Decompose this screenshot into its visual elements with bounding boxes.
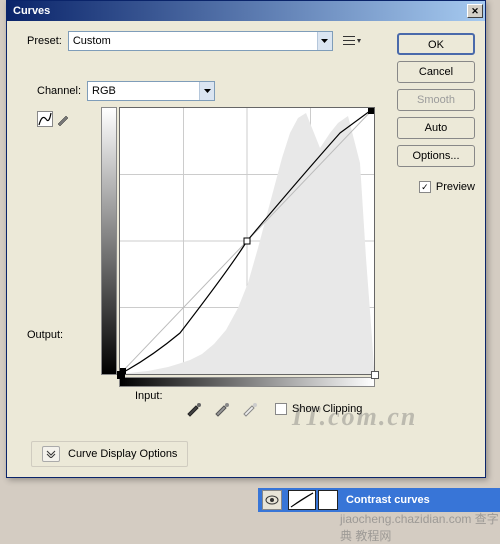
- channel-label: Channel:: [37, 85, 81, 97]
- curves-dialog: Curves ✕ Preset: Custom Channel: RGB: [6, 0, 486, 478]
- input-label: Input:: [135, 390, 163, 402]
- cancel-button[interactable]: Cancel: [397, 61, 475, 83]
- preview-checkbox[interactable]: ✓: [419, 181, 431, 193]
- channel-value: RGB: [92, 85, 199, 97]
- layer-visibility-icon[interactable]: [262, 490, 282, 510]
- smooth-button[interactable]: Smooth: [397, 89, 475, 111]
- curve-display-options-toggle[interactable]: Curve Display Options: [31, 441, 188, 467]
- output-label: Output:: [27, 329, 63, 341]
- auto-button[interactable]: Auto: [397, 117, 475, 139]
- titlebar[interactable]: Curves ✕: [7, 1, 485, 21]
- layer-mask-thumbnail[interactable]: [318, 490, 338, 510]
- show-clipping-checkbox[interactable]: [275, 403, 287, 415]
- ok-button[interactable]: OK: [397, 33, 475, 55]
- gray-eyedropper-icon[interactable]: [213, 399, 231, 417]
- preset-select[interactable]: Custom: [68, 31, 333, 51]
- layer-name[interactable]: Contrast curves: [346, 494, 430, 506]
- curve-tool-icon[interactable]: [37, 111, 53, 127]
- white-point-slider[interactable]: [371, 371, 379, 379]
- chevron-down-icon: [42, 446, 60, 462]
- layer-thumbnail[interactable]: [288, 490, 316, 510]
- input-gradient: [119, 377, 375, 387]
- preset-menu-icon[interactable]: [343, 34, 361, 48]
- output-gradient: [101, 107, 117, 375]
- black-eyedropper-icon[interactable]: [185, 399, 203, 417]
- chevron-down-icon: [317, 32, 332, 50]
- black-point-slider[interactable]: [117, 371, 125, 379]
- close-button[interactable]: ✕: [467, 4, 483, 18]
- curve-graph[interactable]: [119, 107, 375, 375]
- watermark-subtext: jiaocheng.chazidian.com 查字典 教程网: [340, 510, 500, 544]
- layers-panel-row: Contrast curves: [258, 488, 500, 512]
- pencil-tool-icon[interactable]: [55, 111, 71, 127]
- dialog-title: Curves: [13, 5, 467, 17]
- curve-display-options-label: Curve Display Options: [68, 448, 177, 460]
- channel-select[interactable]: RGB: [87, 81, 215, 101]
- preset-label: Preset:: [27, 35, 62, 47]
- show-clipping-label: Show Clipping: [292, 403, 362, 415]
- options-button[interactable]: Options...: [397, 145, 475, 167]
- chevron-down-icon: [199, 82, 214, 100]
- white-eyedropper-icon[interactable]: [241, 399, 259, 417]
- preset-value: Custom: [73, 35, 317, 47]
- preview-label: Preview: [436, 181, 475, 193]
